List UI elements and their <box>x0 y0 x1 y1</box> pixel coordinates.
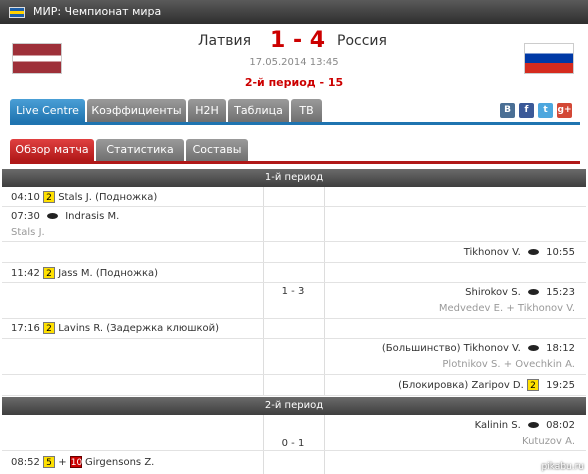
event-away: Tikhonov V. 10:55 <box>464 247 575 258</box>
event-player[interactable]: Shirokov S. <box>465 287 521 298</box>
event-time: 11:42 <box>11 268 40 279</box>
puck-icon <box>527 249 539 255</box>
event-player[interactable]: (Блокировка) Zaripov D. <box>398 380 524 391</box>
event-player[interactable]: Kalinin S. <box>475 420 521 431</box>
event-player[interactable]: Indrasis M. <box>65 211 119 222</box>
event-player[interactable]: Lavins R. (Задержка клюшкой) <box>58 323 219 334</box>
event-assist[interactable]: Plotnikov S. + Ovechkin A. <box>442 359 575 370</box>
event-away: Shirokov S. 15:23 <box>465 287 575 298</box>
plus-sign: + <box>58 457 67 468</box>
event-time: 15:23 <box>546 287 575 298</box>
event-home: 11:42 2 Jass M. (Подножка) <box>11 267 158 279</box>
tab-underline <box>10 122 580 125</box>
watermark: pikabu.ru <box>541 462 584 472</box>
tab-live-centre[interactable]: Live Centre <box>10 99 85 122</box>
page-title: МИР: Чемпионат мира <box>33 5 162 18</box>
event-away: (Блокировка) Zaripov D. 2 19:25 <box>398 379 575 391</box>
tab-match-overview[interactable]: Обзор матча <box>10 139 94 161</box>
event-home: 04:10 2 Stals J. (Подножка) <box>11 191 157 203</box>
tab-tv[interactable]: ТВ <box>291 99 322 122</box>
subtab-underline <box>10 161 580 164</box>
penalty-badge: 5 <box>43 456 56 468</box>
puck-icon <box>47 213 59 219</box>
event-assist[interactable]: Medvedev E. + Tikhonov V. <box>439 303 575 314</box>
event-away: Kalinin S. 08:02 <box>475 420 575 431</box>
puck-icon <box>527 289 539 295</box>
puck-icon <box>527 422 539 428</box>
match-score: 1 - 4 <box>270 28 326 53</box>
header-bar: МИР: Чемпионат мира <box>0 0 588 24</box>
event-player[interactable]: Stals J. (Подножка) <box>58 192 157 203</box>
event-player[interactable]: (Большинство) Tikhonov V. <box>382 343 521 354</box>
event-assist[interactable]: Stals J. <box>11 227 45 238</box>
google-plus-icon[interactable]: g+ <box>557 103 572 118</box>
match-status: 2-й период - 15 <box>244 76 344 89</box>
event-player[interactable]: Girgensons Z. <box>85 457 154 468</box>
twitter-icon[interactable]: t <box>538 103 553 118</box>
period-header: 1-й период <box>2 169 586 187</box>
event-time: 17:16 <box>11 323 40 334</box>
event-player[interactable]: Tikhonov V. <box>464 247 521 258</box>
period-header: 2-й период <box>2 397 586 415</box>
penalty-badge: 2 <box>526 379 539 391</box>
misconduct-badge: 10 <box>69 456 83 468</box>
event-time: 10:55 <box>546 247 575 258</box>
tab-h2h[interactable]: H2H <box>188 99 226 122</box>
penalty-badge: 2 <box>43 267 56 279</box>
facebook-icon[interactable]: f <box>519 103 534 118</box>
event-time: 04:10 <box>11 192 40 203</box>
penalty-badge: 2 <box>43 191 56 203</box>
tab-statistics[interactable]: Статистика <box>96 139 184 161</box>
event-time: 08:02 <box>546 420 575 431</box>
event-home: 07:30 Indrasis M. <box>11 211 119 222</box>
event-player[interactable]: Jass M. (Подножка) <box>58 268 158 279</box>
event-time: 08:52 <box>11 457 40 468</box>
penalty-badge: 2 <box>43 322 56 334</box>
match-datetime: 17.05.2014 13:45 <box>249 57 339 68</box>
tab-lineups[interactable]: Составы <box>186 139 248 161</box>
event-home: 17:16 2 Lavins R. (Задержка клюшкой) <box>11 322 219 334</box>
away-team-name[interactable]: Россия <box>337 33 387 49</box>
event-home: 08:52 5 + 10 Girgensons Z. <box>11 456 154 468</box>
event-time: 19:25 <box>546 380 575 391</box>
tab-odds[interactable]: Коэффициенты <box>87 99 186 122</box>
event-time: 07:30 <box>11 211 40 222</box>
vk-icon[interactable]: В <box>500 103 515 118</box>
puck-icon <box>527 345 539 351</box>
tab-table[interactable]: Таблица <box>228 99 289 122</box>
world-flag-icon <box>9 7 25 18</box>
event-away: (Большинство) Tikhonov V. 18:12 <box>382 343 575 354</box>
event-assist[interactable]: Kutuzov A. <box>522 436 575 447</box>
home-team-name[interactable]: Латвия <box>198 33 251 49</box>
event-time: 18:12 <box>546 343 575 354</box>
